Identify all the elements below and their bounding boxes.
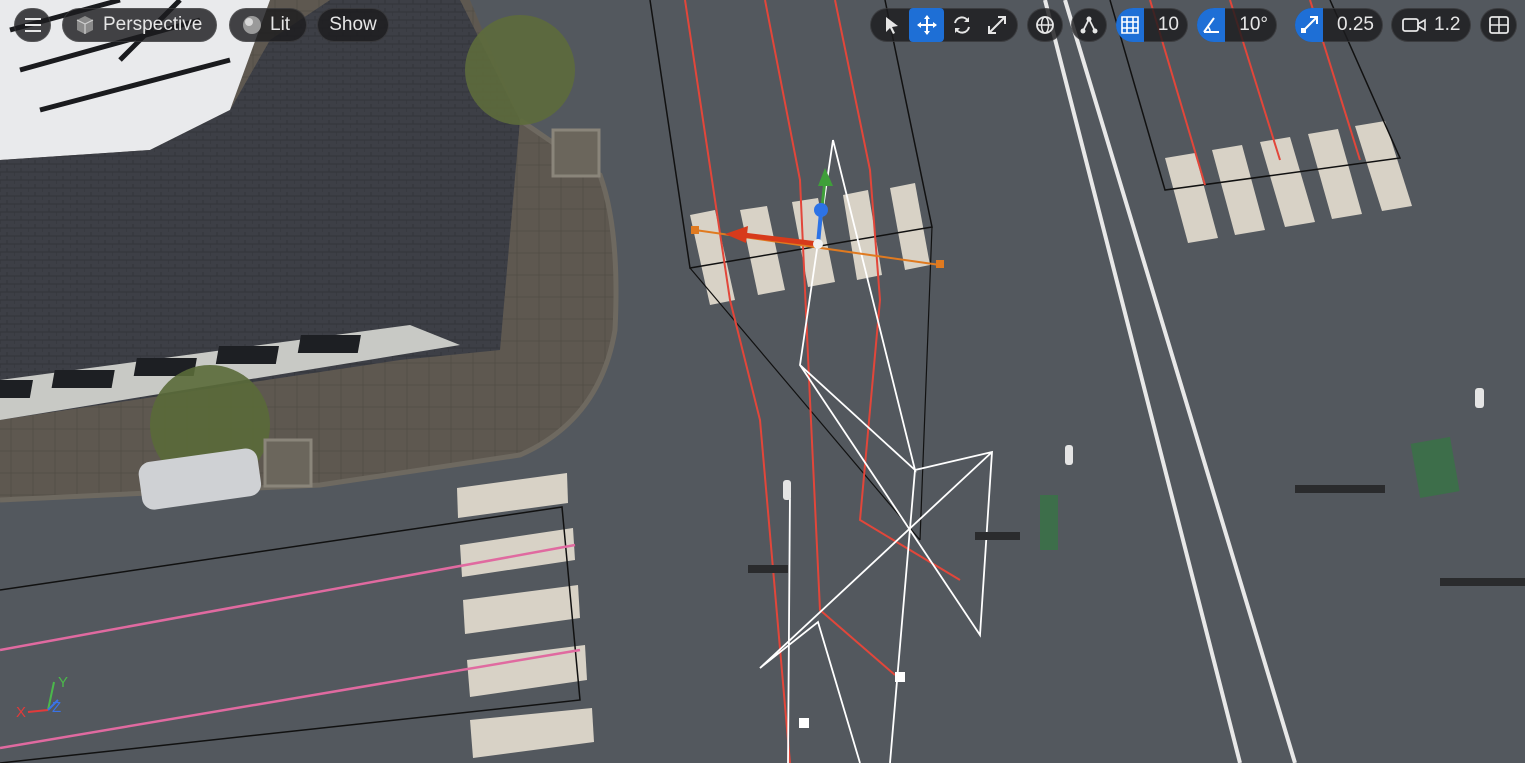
tree — [465, 15, 575, 125]
world-local-toggle[interactable] — [1027, 8, 1063, 42]
scale-snap-toggle[interactable] — [1295, 8, 1324, 42]
spline-point[interactable] — [799, 718, 809, 728]
lighting-mode-dropdown[interactable]: Lit — [229, 8, 307, 42]
level-viewport[interactable]: Perspective Lit Show 10 10° 0.25 1.2 Y X… — [0, 0, 1525, 763]
lighting-mode-label: Lit — [270, 14, 291, 35]
viewport-layout-icon — [1488, 16, 1509, 34]
rotate-icon — [952, 15, 972, 35]
scale-mode-button[interactable] — [979, 8, 1014, 42]
show-label: Show — [329, 14, 377, 35]
rotation-snap-value[interactable]: 10° — [1233, 14, 1276, 36]
scale-snap-control[interactable]: 0.25 — [1295, 8, 1383, 42]
surface-snap-toggle[interactable] — [1071, 8, 1107, 42]
grid-snap-value[interactable]: 10 — [1152, 14, 1187, 36]
grid-icon — [1120, 15, 1140, 35]
camera-speed-value: 1.2 — [1434, 14, 1461, 35]
axis-label-x: X — [16, 704, 26, 721]
surface-snap-icon — [1079, 15, 1099, 35]
show-flags-dropdown[interactable]: Show — [317, 8, 389, 42]
sphere-icon — [242, 15, 262, 35]
hamburger-icon — [24, 18, 41, 32]
scene-render[interactable] — [0, 0, 1525, 763]
axis-label-z: Z — [52, 699, 61, 716]
view-mode-label: Perspective — [103, 14, 203, 35]
axis-label-y: Y — [58, 674, 68, 691]
scale-snap-icon — [1299, 15, 1319, 35]
cursor-icon — [884, 16, 900, 34]
camera-icon — [1402, 16, 1426, 34]
planter — [263, 438, 313, 488]
globe-icon — [1035, 15, 1055, 35]
select-mode-button[interactable] — [874, 8, 909, 42]
grid-snap-toggle[interactable] — [1116, 8, 1144, 42]
rotation-snap-control[interactable]: 10° — [1197, 8, 1277, 42]
rotate-mode-button[interactable] — [944, 8, 979, 42]
grid-snap-control[interactable]: 10 — [1116, 8, 1188, 42]
planter — [551, 128, 601, 178]
viewport-options-button[interactable] — [14, 8, 51, 42]
transform-tools-group — [870, 8, 1018, 42]
rotation-snap-toggle[interactable] — [1197, 8, 1226, 42]
angle-icon — [1201, 15, 1221, 35]
cube-icon — [75, 15, 95, 35]
viewport-layout-button[interactable] — [1480, 8, 1517, 42]
view-mode-dropdown[interactable]: Perspective — [62, 8, 217, 42]
axis-indicator: Y X Z — [16, 674, 68, 721]
scale-icon — [987, 15, 1007, 35]
camera-speed-control[interactable]: 1.2 — [1391, 8, 1471, 42]
spline-point[interactable] — [895, 672, 905, 682]
scale-snap-value[interactable]: 0.25 — [1331, 14, 1382, 36]
translate-mode-button[interactable] — [909, 8, 944, 42]
move-arrows-icon — [916, 15, 937, 35]
